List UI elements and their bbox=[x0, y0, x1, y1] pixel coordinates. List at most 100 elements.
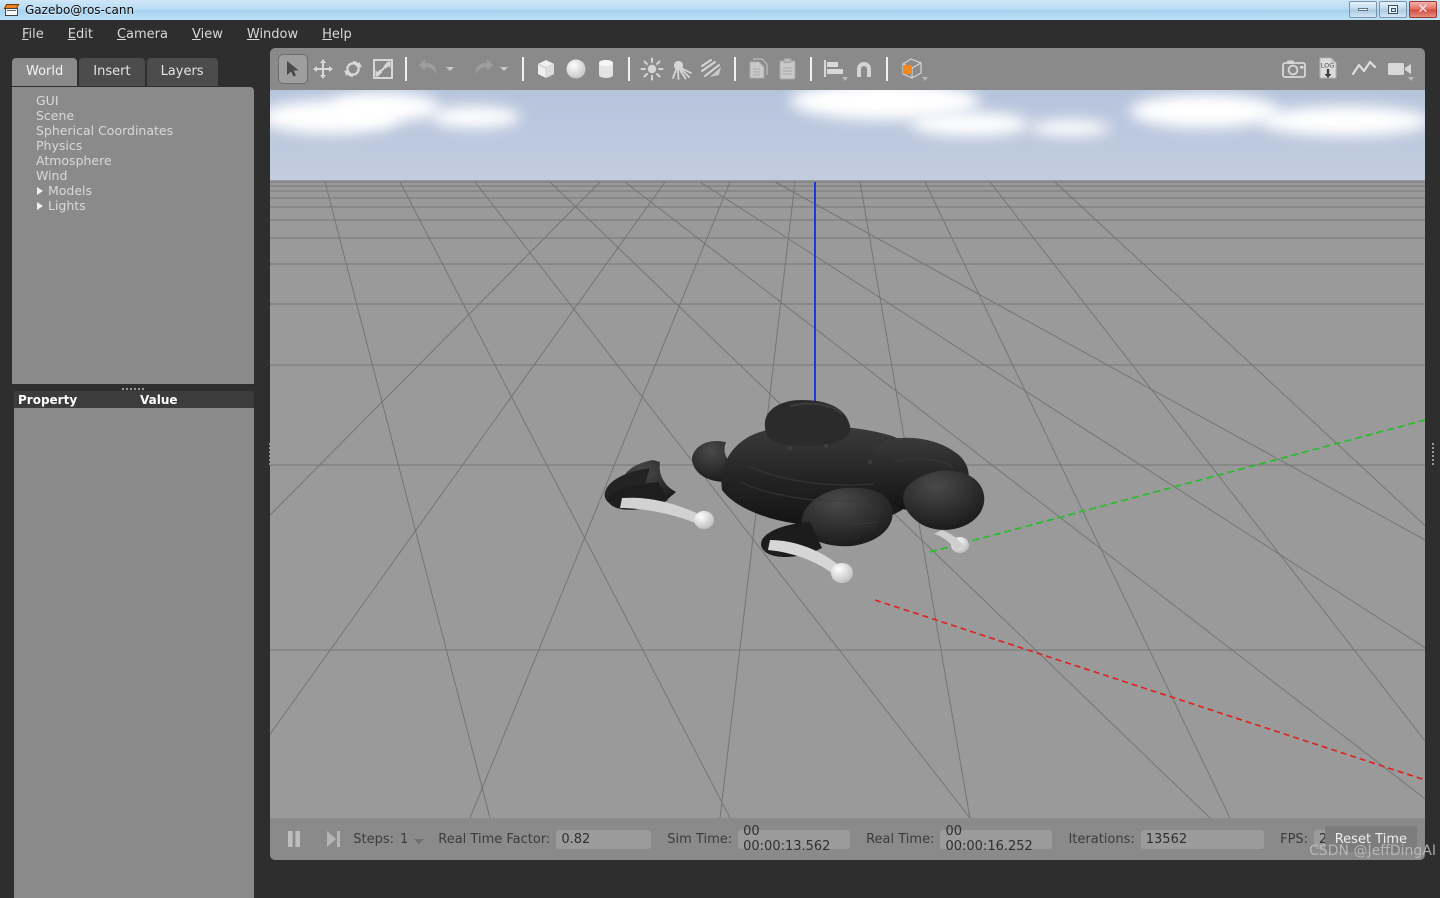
insert-box-button[interactable] bbox=[531, 54, 561, 84]
plot-button[interactable] bbox=[1349, 54, 1379, 84]
chevron-down-icon[interactable] bbox=[1408, 77, 1414, 81]
insert-cylinder-button[interactable] bbox=[591, 54, 621, 84]
scene-render bbox=[270, 90, 1425, 818]
3d-viewport[interactable] bbox=[270, 90, 1425, 818]
align-button[interactable] bbox=[819, 54, 849, 84]
tab-layers[interactable]: Layers bbox=[147, 58, 218, 86]
menu-camera[interactable]: Camera bbox=[105, 23, 180, 46]
status-bar: Steps: 1 Real Time Factor: 0.82 Sim Time… bbox=[270, 818, 1425, 860]
directional-light-button[interactable] bbox=[697, 54, 727, 84]
step-forward-button[interactable] bbox=[321, 826, 346, 852]
log-record-button[interactable]: LOG bbox=[1315, 54, 1343, 84]
column-header-value: Value bbox=[140, 393, 178, 407]
tab-insert[interactable]: Insert bbox=[79, 58, 144, 86]
world-tree: GUI Scene Spherical Coordinates Physics … bbox=[12, 87, 254, 384]
sim-time-label: Sim Time: bbox=[667, 832, 732, 847]
tree-item-wind[interactable]: Wind bbox=[12, 168, 254, 183]
rotate-mode-button[interactable] bbox=[338, 54, 368, 84]
undo-button[interactable] bbox=[414, 54, 444, 84]
fps-label: FPS: bbox=[1280, 832, 1308, 847]
chevron-right-icon[interactable] bbox=[37, 187, 43, 195]
real-time-factor-label: Real Time Factor: bbox=[438, 832, 550, 847]
redo-history-dropdown[interactable] bbox=[500, 67, 508, 71]
steps-label: Steps: bbox=[353, 832, 394, 847]
panel-tabs: World Insert Layers bbox=[12, 58, 220, 86]
real-time-factor-value: 0.82 bbox=[556, 830, 651, 849]
toolbar-separator bbox=[628, 57, 630, 81]
quadruped-robot-model bbox=[605, 400, 985, 583]
tree-item-gui[interactable]: GUI bbox=[12, 93, 254, 108]
undo-arrow-icon bbox=[417, 58, 441, 80]
minimize-button[interactable] bbox=[1349, 1, 1377, 18]
chevron-down-icon[interactable] bbox=[922, 77, 928, 81]
menu-window[interactable]: Window bbox=[235, 23, 310, 46]
cursor-arrow-icon bbox=[283, 59, 303, 79]
camera-icon bbox=[1281, 58, 1307, 80]
box-icon bbox=[534, 57, 558, 81]
insert-sphere-button[interactable] bbox=[561, 54, 591, 84]
pause-button[interactable] bbox=[282, 826, 307, 852]
copy-button[interactable] bbox=[743, 54, 773, 84]
real-time-value: 00 00:00:16.252 bbox=[940, 830, 1052, 849]
video-record-button[interactable] bbox=[1385, 54, 1415, 84]
main-toolbar: LOG bbox=[270, 48, 1425, 90]
point-light-button[interactable] bbox=[637, 54, 667, 84]
translate-mode-button[interactable] bbox=[308, 54, 338, 84]
column-header-property: Property bbox=[18, 393, 140, 407]
log-download-icon: LOG bbox=[1316, 56, 1342, 82]
chevron-right-icon[interactable] bbox=[37, 202, 43, 210]
scale-mode-button[interactable] bbox=[368, 54, 398, 84]
tree-item-label: Models bbox=[48, 183, 92, 198]
directional-light-icon bbox=[699, 57, 725, 81]
x-axis-line bbox=[875, 600, 1425, 780]
menu-help[interactable]: Help bbox=[310, 23, 364, 46]
sphere-icon bbox=[564, 57, 588, 81]
tree-item-label: Spherical Coordinates bbox=[36, 123, 173, 138]
toolbar-separator bbox=[810, 57, 812, 81]
restore-button[interactable] bbox=[1379, 1, 1407, 18]
spot-light-button[interactable] bbox=[667, 54, 697, 84]
render-area: LOG bbox=[270, 48, 1425, 860]
redo-arrow-icon bbox=[471, 58, 495, 80]
tree-item-label: Lights bbox=[48, 198, 86, 213]
right-splitter[interactable] bbox=[1425, 48, 1440, 860]
menu-edit[interactable]: Edit bbox=[56, 23, 105, 46]
pause-icon bbox=[285, 829, 303, 849]
menu-file[interactable]: File bbox=[10, 23, 56, 46]
tree-item-lights[interactable]: Lights bbox=[12, 198, 254, 213]
toolbar-separator bbox=[405, 57, 407, 81]
tree-item-scene[interactable]: Scene bbox=[12, 108, 254, 123]
steps-dropdown[interactable] bbox=[414, 839, 424, 844]
close-button[interactable]: ✕ bbox=[1409, 1, 1437, 18]
tab-world[interactable]: World bbox=[12, 58, 77, 86]
toolbar-separator bbox=[522, 57, 524, 81]
view-mode-button[interactable] bbox=[895, 54, 929, 84]
tree-item-label: Scene bbox=[36, 108, 74, 123]
snap-button[interactable] bbox=[849, 54, 879, 84]
chevron-down-icon[interactable] bbox=[842, 77, 848, 81]
redo-button[interactable] bbox=[468, 54, 498, 84]
plot-line-icon bbox=[1351, 58, 1377, 80]
property-table-body[interactable] bbox=[14, 408, 254, 898]
cylinder-icon bbox=[594, 57, 618, 81]
tree-item-models[interactable]: Models bbox=[12, 183, 254, 198]
y-axis-line bbox=[930, 420, 1425, 552]
property-table-header: Property Value bbox=[14, 391, 254, 408]
tree-item-atmosphere[interactable]: Atmosphere bbox=[12, 153, 254, 168]
paste-button[interactable] bbox=[773, 54, 803, 84]
tree-item-spherical-coordinates[interactable]: Spherical Coordinates bbox=[12, 123, 254, 138]
copy-icon bbox=[747, 57, 769, 81]
steps-value[interactable]: 1 bbox=[400, 832, 408, 847]
screenshot-button[interactable] bbox=[1279, 54, 1309, 84]
tree-item-label: Wind bbox=[36, 168, 67, 183]
undo-history-dropdown[interactable] bbox=[446, 67, 454, 71]
menu-view[interactable]: View bbox=[180, 23, 235, 46]
point-light-icon bbox=[640, 57, 664, 81]
toolbar-separator bbox=[734, 57, 736, 81]
select-mode-button[interactable] bbox=[278, 54, 308, 84]
tree-item-physics[interactable]: Physics bbox=[12, 138, 254, 153]
toolbar-separator bbox=[886, 57, 888, 81]
rotate-arrows-icon bbox=[342, 58, 364, 80]
window-controls: ✕ bbox=[1349, 1, 1437, 18]
spot-light-icon bbox=[670, 57, 694, 81]
